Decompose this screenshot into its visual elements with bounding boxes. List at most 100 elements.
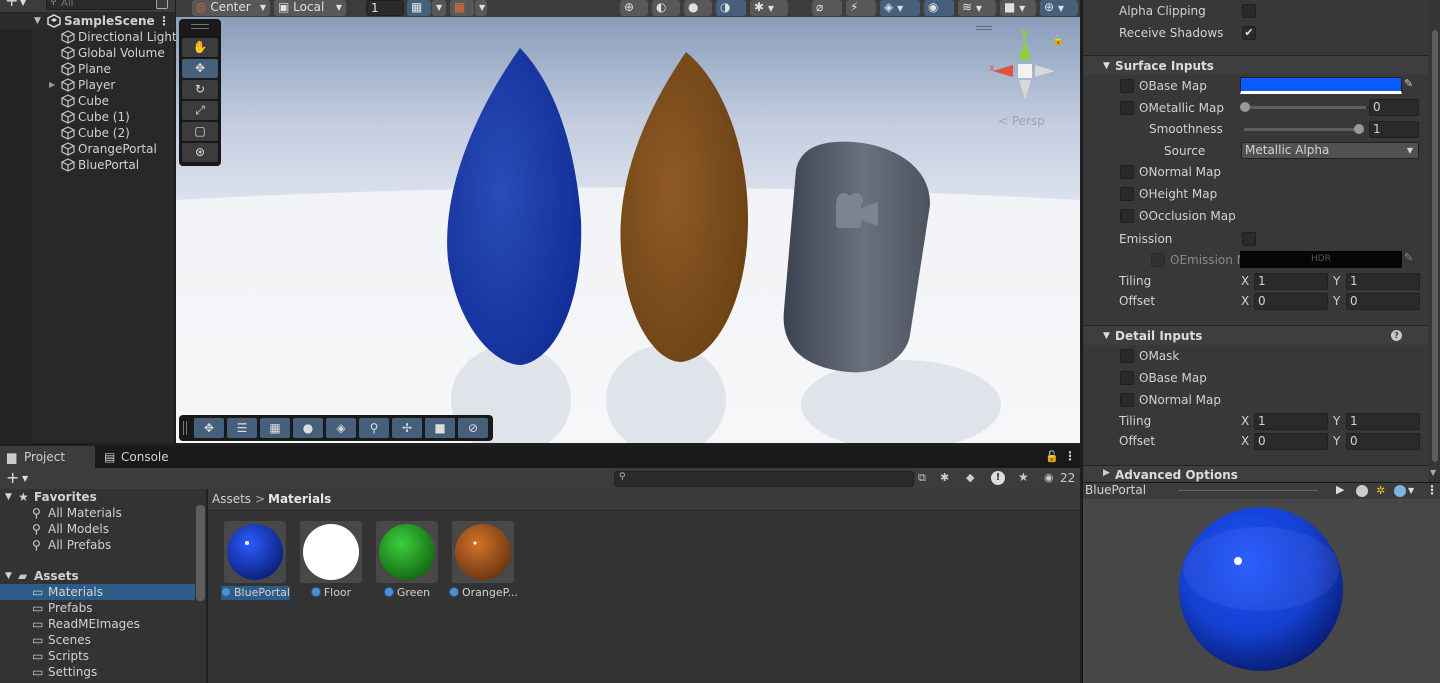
folder-item[interactable]: ▭ Settings bbox=[0, 664, 195, 680]
smoothness-slider-track[interactable] bbox=[1244, 128, 1364, 131]
scene-menu-icon[interactable]: ⋮ bbox=[158, 13, 170, 29]
snap-button[interactable]: ▦ bbox=[407, 0, 431, 16]
preview-menu-icon[interactable]: ⋮ bbox=[1426, 483, 1438, 497]
tag-icon[interactable]: ◆ bbox=[966, 471, 974, 484]
advanced-options-header[interactable]: ▶ Advanced Options bbox=[1083, 465, 1428, 482]
breadcrumb-root[interactable]: Assets bbox=[212, 492, 251, 506]
scene-viewport[interactable] bbox=[176, 0, 1080, 443]
hierarchy-item[interactable]: Global Volume bbox=[0, 45, 175, 61]
debug-draw-button[interactable]: ✱ ▼ bbox=[750, 0, 788, 16]
shading-shaded-wire-button[interactable]: ◐ bbox=[652, 0, 680, 16]
source-dropdown[interactable]: Metallic Alpha ▼ bbox=[1241, 142, 1419, 159]
project-search-input[interactable]: ⚲ bbox=[614, 471, 914, 487]
overlay-compass-button[interactable]: ⊘ bbox=[458, 418, 488, 438]
favorites-header[interactable]: ▼ ★ Favorites bbox=[0, 489, 195, 505]
scroll-down-arrow-icon[interactable]: ▼ bbox=[1430, 468, 1436, 477]
lock-icon[interactable]: 🔓 bbox=[1045, 450, 1059, 463]
material-thumbnail[interactable] bbox=[452, 521, 514, 583]
folder-item[interactable]: ▭ Scripts bbox=[0, 648, 195, 664]
move-tool-button[interactable]: ✥ bbox=[182, 59, 218, 78]
detail-offset-y-field[interactable]: 0 bbox=[1346, 433, 1420, 450]
metallic-map-slot[interactable] bbox=[1120, 101, 1134, 115]
detail-offset-x-field[interactable]: 0 bbox=[1254, 433, 1328, 450]
lighting-toggle-button[interactable]: ⚡ bbox=[846, 0, 876, 16]
increment-snap-button[interactable]: ▦ bbox=[450, 0, 474, 16]
material-label[interactable]: Floor bbox=[306, 586, 356, 600]
hierarchy-item[interactable]: Cube (2) bbox=[0, 125, 175, 141]
shading-unlit-button[interactable]: ◑ bbox=[716, 0, 746, 16]
hierarchy-item[interactable]: Plane bbox=[0, 61, 175, 77]
favorite-star-icon[interactable]: ★ bbox=[1018, 470, 1029, 484]
smoothness-value-field[interactable]: 1 bbox=[1369, 121, 1419, 138]
hierarchy-item[interactable]: Cube bbox=[0, 93, 175, 109]
scale-tool-button[interactable]: ⤢ bbox=[182, 101, 218, 120]
tiling-x-field[interactable]: 1 bbox=[1254, 273, 1328, 290]
panel-menu-icon[interactable]: ⋮ bbox=[1064, 449, 1076, 463]
overlay-navmesh-button[interactable]: ◈ bbox=[326, 418, 356, 438]
detail-normal-map-slot[interactable] bbox=[1120, 393, 1134, 407]
help-icon[interactable]: ? bbox=[1391, 330, 1402, 341]
overlay-search-button[interactable]: ⚲ bbox=[359, 418, 389, 438]
overlay-camera-button[interactable]: ■ bbox=[425, 418, 455, 438]
eyedropper-icon[interactable]: ✎ bbox=[1404, 77, 1420, 94]
chevron-down-icon[interactable]: ▼ bbox=[22, 474, 28, 483]
base-map-slot[interactable] bbox=[1120, 79, 1134, 93]
rotate-tool-button[interactable]: ↻ bbox=[182, 80, 218, 99]
hand-tool-button[interactable]: ✋ bbox=[182, 38, 218, 57]
tab-console[interactable]: ▤ Console bbox=[97, 446, 187, 468]
overlay-sphere-button[interactable]: ● bbox=[293, 418, 323, 438]
material-label[interactable]: Green bbox=[382, 586, 432, 600]
shading-shaded-button[interactable]: ● bbox=[684, 0, 712, 16]
grid-size-input[interactable]: 1 bbox=[366, 0, 404, 16]
folder-item-materials[interactable]: ▭ Materials bbox=[0, 584, 195, 600]
surface-inputs-header[interactable]: ▼ Surface Inputs bbox=[1083, 55, 1428, 75]
pivot-dropdown[interactable]: ◎ Center ▼ bbox=[192, 0, 270, 16]
folder-item[interactable]: ▭ ReadMEImages bbox=[0, 616, 195, 632]
shading-wireframe-button[interactable]: ⊕ bbox=[620, 0, 648, 16]
material-thumbnail[interactable] bbox=[376, 521, 438, 583]
hierarchy-item[interactable]: OrangePortal bbox=[0, 141, 175, 157]
chevron-down-icon[interactable]: ▼ bbox=[20, 0, 26, 7]
scene-lock-icon[interactable] bbox=[156, 0, 168, 9]
material-label[interactable]: BluePortal bbox=[221, 586, 290, 600]
mask-slot[interactable] bbox=[1120, 349, 1134, 363]
overlay-settings-button[interactable]: ☰ bbox=[227, 418, 257, 438]
2d-toggle-button[interactable]: ⌀ bbox=[812, 0, 842, 16]
favorite-item[interactable]: ⚲ All Models bbox=[0, 521, 195, 537]
breadcrumb-current[interactable]: Materials bbox=[268, 492, 331, 506]
expand-arrow-icon[interactable]: ▼ bbox=[34, 13, 41, 29]
base-map-color-field[interactable] bbox=[1240, 77, 1402, 94]
favorite-item[interactable]: ⚲ All Materials bbox=[0, 505, 195, 521]
importlog-icon[interactable]: ! bbox=[991, 471, 1005, 485]
transform-tool-button[interactable]: ⊛ bbox=[182, 143, 218, 162]
alpha-clipping-checkbox[interactable] bbox=[1242, 4, 1256, 18]
overlay-pivot-button[interactable]: ✢ bbox=[392, 418, 422, 438]
snap-menu-button[interactable]: ▼ bbox=[432, 0, 446, 16]
create-button[interactable]: + bbox=[6, 468, 19, 487]
folder-item[interactable]: ▭ Scenes bbox=[0, 632, 195, 648]
inspector-scrollbar-thumb[interactable] bbox=[1432, 30, 1438, 462]
drag-handle-icon[interactable] bbox=[183, 421, 187, 435]
smoothness-slider-thumb[interactable] bbox=[1354, 124, 1364, 134]
metallic-slider-thumb[interactable] bbox=[1240, 102, 1250, 112]
visibility-button[interactable]: ◉ bbox=[924, 0, 954, 16]
material-label[interactable]: OrangeP... bbox=[449, 586, 518, 600]
chevron-down-icon[interactable]: ▼ bbox=[1408, 486, 1414, 495]
height-map-slot[interactable] bbox=[1120, 187, 1134, 201]
offset-x-field[interactable]: 0 bbox=[1254, 293, 1328, 310]
play-icon[interactable]: ▶ bbox=[1336, 483, 1344, 496]
receive-shadows-checkbox[interactable]: ✔ bbox=[1242, 26, 1256, 40]
hierarchy-item[interactable]: Cube (1) bbox=[0, 109, 175, 125]
detail-tiling-y-field[interactable]: 1 bbox=[1346, 413, 1420, 430]
hierarchy-item[interactable]: BluePortal bbox=[0, 157, 175, 173]
overlay-grid-button[interactable]: ▦ bbox=[260, 418, 290, 438]
expand-arrow-icon[interactable]: ▶ bbox=[49, 77, 55, 93]
metallic-value-field[interactable]: 0 bbox=[1369, 99, 1419, 116]
hidden-packages-eye-icon[interactable]: ◉ bbox=[1044, 471, 1054, 484]
offset-y-field[interactable]: 0 bbox=[1346, 293, 1420, 310]
folder-item[interactable]: ▭ Prefabs bbox=[0, 600, 195, 616]
preview-sphere-dropdown[interactable] bbox=[1394, 485, 1406, 497]
effects-button[interactable]: ◈ ▼ bbox=[880, 0, 920, 16]
detail-tiling-x-field[interactable]: 1 bbox=[1254, 413, 1328, 430]
preview-light-icon[interactable]: ✲ bbox=[1376, 484, 1385, 497]
